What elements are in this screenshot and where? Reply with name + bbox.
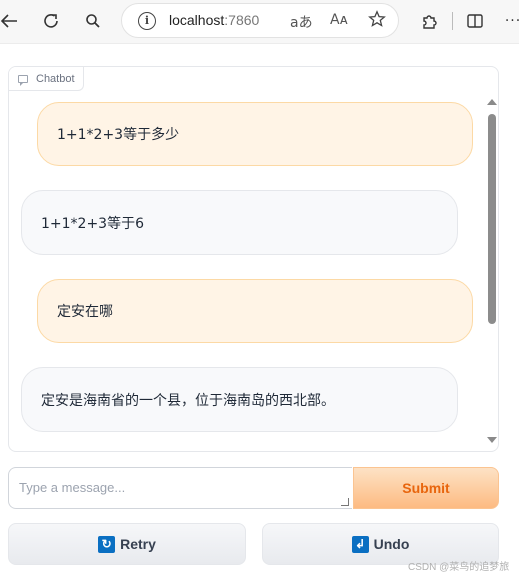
- reload-icon[interactable]: [38, 8, 64, 34]
- chatbot-panel: Chatbot 1+1*2+3等于多少 1+1*2+3等于6 定安在哪 定安是海…: [8, 66, 499, 452]
- url-host: localhost: [169, 12, 225, 28]
- chatbot-label-text: Chatbot: [36, 72, 75, 85]
- retry-button[interactable]: ↻ Retry: [8, 523, 246, 565]
- submit-button[interactable]: Submit: [353, 467, 499, 509]
- back-arrow-icon[interactable]: [0, 8, 22, 34]
- url-port: :7860: [224, 12, 260, 28]
- retry-icon: ↻: [98, 535, 116, 553]
- read-aloud-icon[interactable]: Aᴀ: [330, 12, 348, 28]
- bot-message: 定安是海南省的一个县，位于海南岛的西北部。: [21, 367, 458, 432]
- scroll-up-arrow-icon[interactable]: [487, 99, 497, 105]
- translate-icon[interactable]: aあ: [290, 12, 313, 32]
- message-input-row: Submit: [8, 467, 499, 509]
- scrollbar-thumb[interactable]: [488, 114, 496, 324]
- more-options-icon[interactable]: ···: [500, 8, 519, 34]
- chatbot-label: Chatbot: [9, 67, 84, 91]
- watermark-text: CSDN @菜鸟的追梦旅行: [408, 562, 510, 573]
- search-icon[interactable]: [80, 8, 106, 34]
- toolbar-separator: [452, 12, 453, 30]
- bot-message: 1+1*2+3等于6: [21, 190, 458, 255]
- message-text: 1+1*2+3等于多少: [57, 127, 180, 143]
- user-message: 1+1*2+3等于多少: [37, 102, 473, 166]
- retry-label: Retry: [120, 536, 156, 552]
- chat-icon: [18, 74, 28, 86]
- message-text: 定安在哪: [57, 304, 113, 320]
- scroll-down-arrow-icon[interactable]: [487, 437, 497, 443]
- extensions-icon[interactable]: [416, 8, 442, 34]
- message-text: 定安是海南省的一个县，位于海南岛的西北部。: [41, 392, 335, 409]
- browser-toolbar: i localhost:7860 aあ Aᴀ ···: [0, 0, 519, 44]
- favorite-star-icon[interactable]: [368, 10, 386, 32]
- resize-handle-icon[interactable]: [341, 498, 349, 506]
- address-bar[interactable]: i localhost:7860 aあ Aᴀ: [121, 3, 399, 38]
- split-screen-icon[interactable]: [462, 8, 488, 34]
- user-message: 定安在哪: [37, 279, 473, 343]
- undo-icon: ↲: [351, 535, 369, 553]
- url-text: localhost:7860: [169, 12, 259, 28]
- message-input[interactable]: [8, 467, 352, 509]
- message-text: 1+1*2+3等于6: [41, 215, 144, 232]
- site-info-icon[interactable]: i: [138, 12, 156, 30]
- undo-label: Undo: [373, 536, 410, 552]
